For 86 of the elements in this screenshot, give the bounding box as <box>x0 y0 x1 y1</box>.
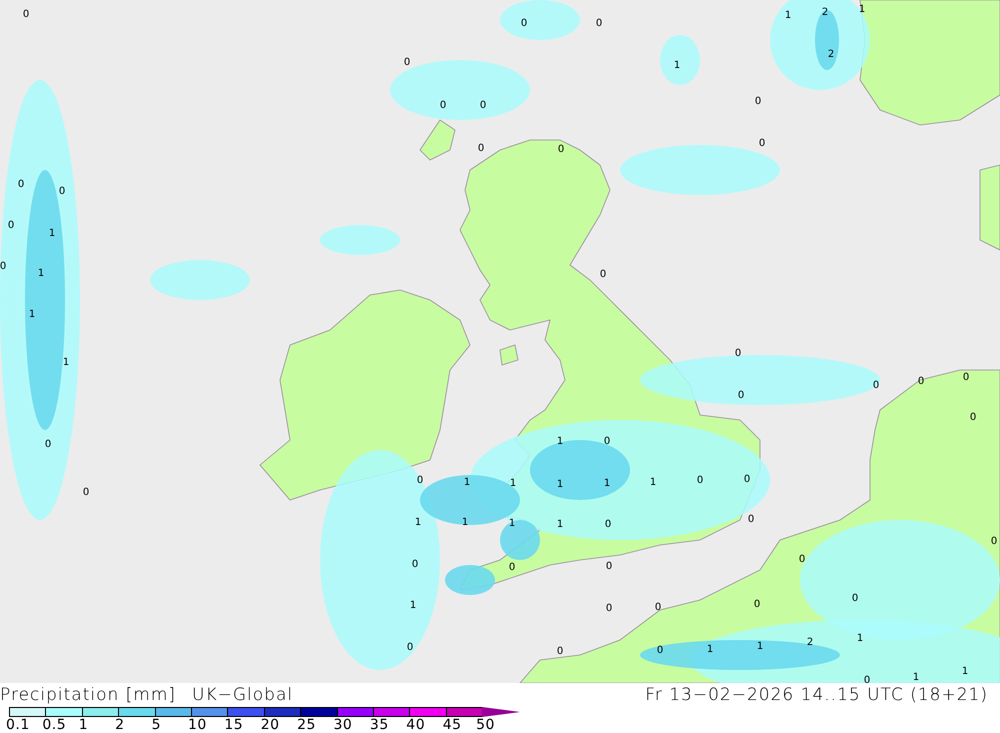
scale-arrow-icon <box>482 707 520 717</box>
precipitation-value: 0 <box>738 390 744 401</box>
scale-label: 20 <box>260 717 280 733</box>
scale-label: 45 <box>442 717 462 733</box>
precipitation-value: 2 <box>806 637 814 648</box>
precipitation-value: 0 <box>970 412 976 423</box>
precipitation-value: 0 <box>604 519 612 530</box>
precipitation-value: 0 <box>596 18 602 29</box>
precipitation-value: 0 <box>558 144 564 155</box>
precipitation-value: 1 <box>462 517 468 528</box>
precipitation-value: 1 <box>556 479 564 490</box>
precipitation-value: 0 <box>508 562 516 573</box>
precipitation-value: 0 <box>406 642 414 653</box>
precipitation-value: 0 <box>852 593 858 604</box>
precipitation-value: 1 <box>414 517 422 528</box>
precipitation-value: 0 <box>556 646 564 657</box>
precipitation-value: 1 <box>858 4 866 15</box>
precipitation-value: 0 <box>696 475 704 486</box>
precipitation-value: 2 <box>822 7 828 18</box>
precipitation-value: 1 <box>962 666 968 677</box>
precipitation-value: 0 <box>412 559 418 570</box>
precipitation-value: 1 <box>508 518 516 529</box>
precipitation-value: 0 <box>44 439 52 450</box>
precipitation-value: 0 <box>872 380 880 391</box>
precipitation-value: 2 <box>828 49 834 60</box>
precipitation-value: 0 <box>22 9 30 20</box>
precipitation-value: 0 <box>654 602 662 613</box>
precipitation-value: 1 <box>510 478 516 489</box>
precipitation-value: 1 <box>756 641 764 652</box>
precipitation-value: 0 <box>656 645 664 656</box>
precipitation-value: 0 <box>58 186 66 197</box>
precipitation-value: 0 <box>990 536 998 547</box>
precipitation-value: 0 <box>864 675 870 683</box>
precipitation-value: 0 <box>918 376 924 387</box>
precipitation-value: 1 <box>410 600 416 611</box>
scale-label: 5 <box>152 717 161 733</box>
scale-label: 0.5 <box>42 717 66 733</box>
precipitation-value: 0 <box>962 372 970 383</box>
model-name: UK−Global <box>192 685 294 705</box>
precipitation-value: 0 <box>8 220 14 231</box>
precipitation-value: 0 <box>606 603 612 614</box>
precipitation-value: 1 <box>464 477 470 488</box>
precipitation-value: 1 <box>28 309 36 320</box>
precipitation-value: 1 <box>650 477 656 488</box>
precipitation-value: 1 <box>784 10 792 21</box>
scale-label: 50 <box>476 717 495 733</box>
scale-label: 15 <box>224 717 244 733</box>
precipitation-value: 1 <box>556 436 564 447</box>
scale-label: 25 <box>297 717 316 733</box>
precipitation-value: 0 <box>520 18 528 29</box>
precipitation-value: 1 <box>62 357 70 368</box>
precipitation-value: 0 <box>404 57 410 68</box>
precipitation-value: 0 <box>0 261 6 272</box>
precipitation-value: 0 <box>748 514 754 525</box>
precipitation-value: 0 <box>480 100 486 111</box>
precipitation-value: 1 <box>48 228 56 239</box>
precipitation-value: 1 <box>604 478 610 489</box>
precipitation-value: 0 <box>744 474 750 485</box>
precipitation-value: 1 <box>556 519 564 530</box>
precipitation-value: 0 <box>82 487 90 498</box>
precipitation-value: 1 <box>856 633 864 644</box>
precipitation-value: 0 <box>600 269 606 280</box>
precipitation-value: 1 <box>706 644 714 655</box>
precipitation-value: 0 <box>798 554 806 565</box>
precipitation-value: 0 <box>754 96 762 107</box>
precipitation-value: 0 <box>478 143 484 154</box>
precipitation-value: 0 <box>440 100 446 111</box>
scale-label: 0.1 <box>6 717 30 733</box>
precipitation-value: 0 <box>604 436 610 447</box>
scale-label: 1 <box>78 717 88 733</box>
precipitation-value: 1 <box>912 672 920 683</box>
precipitation-value: 0 <box>754 599 760 610</box>
legend-title: Precipitation [mm] <box>0 685 176 705</box>
scale-label: 40 <box>406 717 426 733</box>
scale-label: 2 <box>115 717 125 733</box>
precipitation-value: 0 <box>416 475 424 486</box>
precipitation-value: 1 <box>674 60 680 71</box>
valid-time: Fr 13−02−2026 14..15 UTC (18+21) <box>645 685 988 705</box>
precipitation-value: 0 <box>734 348 742 359</box>
precipitation-value: 0 <box>758 138 766 149</box>
precipitation-value: 0 <box>606 561 612 572</box>
scale-label: 30 <box>334 717 352 733</box>
precipitation-value: 0 <box>18 179 24 190</box>
scale-label: 10 <box>188 717 207 733</box>
scale-label: 35 <box>370 717 389 733</box>
precipitation-value: 1 <box>38 268 44 279</box>
